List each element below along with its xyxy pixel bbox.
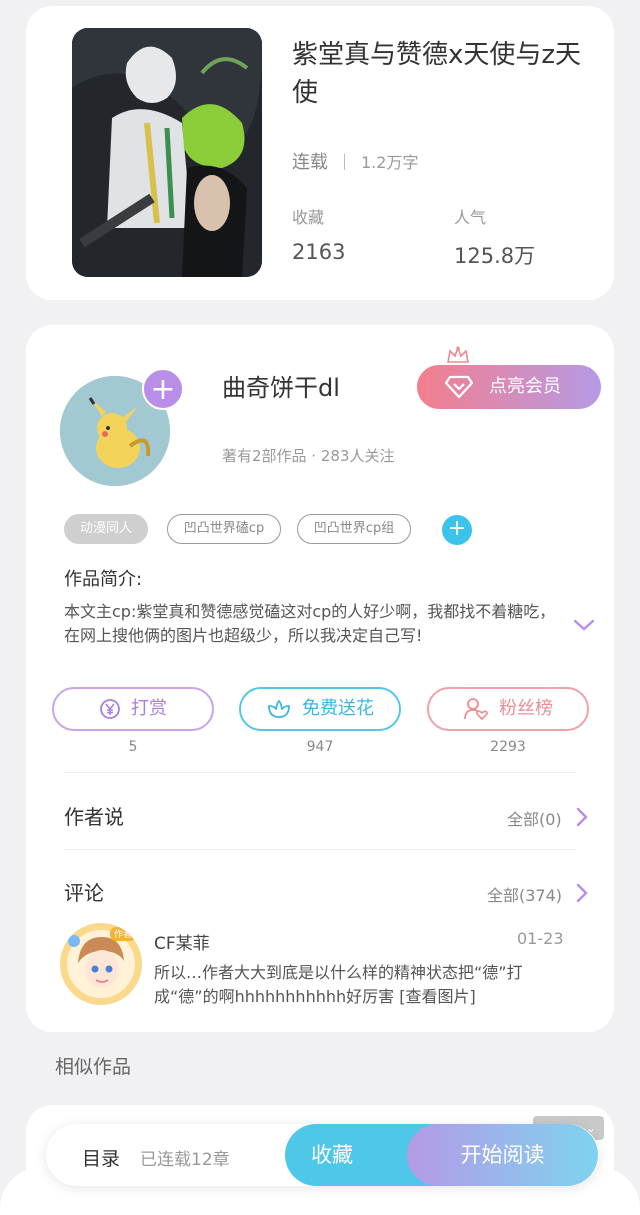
serial-status: 连载 (292, 152, 328, 173)
yen-coin-icon (100, 699, 120, 719)
vip-button-label: 点亮会员 (489, 376, 561, 397)
commenter-avatar[interactable]: 作者 (60, 923, 142, 1005)
fans-count: 2293 (490, 739, 526, 755)
comments-title: 评论 (64, 881, 104, 905)
send-flower-label: 免费送花 (302, 698, 374, 719)
cover-illustration (72, 28, 262, 277)
author-says-more-link[interactable]: 全部(0) (507, 806, 562, 830)
comment-date: 01-23 (517, 929, 564, 948)
book-info-card: 紫堂真与赞德x天使与z天使 连载 1.2万字 收藏 2163 人气 125.8万 (26, 6, 614, 300)
comments-more-link[interactable]: 全部(374) (487, 882, 562, 906)
vip-membership-button[interactable]: 点亮会员 (417, 365, 601, 409)
author-detail-card: + 曲奇饼干dl 著有2部作品 · 283人关注 点亮会员 动漫同人 凹凸世界磕… (26, 325, 614, 1032)
section-divider (64, 849, 576, 850)
book-cover-image[interactable] (72, 28, 262, 277)
chevron-right-icon[interactable] (576, 883, 588, 903)
commenter-avatar-image: 作者 (60, 923, 142, 1005)
author-badge-text: 作者 (114, 928, 132, 940)
tag-anime-fanfic[interactable]: 动漫同人 (64, 514, 148, 544)
chapter-count-status[interactable]: 已连载12章 (140, 1145, 230, 1170)
crown-icon (447, 346, 469, 363)
author-meta: 著有2部作品 · 283人关注 (222, 447, 395, 465)
fans-ranking-label: 粉丝榜 (499, 698, 553, 719)
similar-works-title: 相似作品 (55, 1056, 132, 1078)
diamond-icon (445, 375, 473, 399)
chevron-right-icon[interactable] (576, 807, 588, 827)
book-title: 紫堂真与赞德x天使与z天使 (292, 40, 582, 108)
reward-count: 5 (128, 739, 138, 755)
follow-author-button[interactable]: + (142, 368, 184, 410)
reward-label: 打赏 (131, 698, 167, 719)
fan-user-heart-icon (464, 698, 488, 721)
popularity-label: 人气 (454, 208, 487, 227)
word-count: 1.2万字 (361, 153, 419, 172)
popularity-value: 125.8万 (454, 244, 536, 268)
flower-count: 947 (306, 739, 334, 755)
book-status: 连载 1.2万字 (292, 148, 418, 174)
synopsis-label: 作品简介: (64, 569, 143, 590)
flower-icon (268, 700, 290, 718)
chevron-down-icon[interactable] (572, 617, 596, 633)
comment-text[interactable]: 所以…作者大大到底是以什么样的精神状态把“德”打成“德”的啊hhhhhhhhhh… (154, 961, 574, 1009)
reward-button[interactable]: 打赏 (52, 687, 214, 731)
add-tag-button[interactable]: + (442, 515, 472, 545)
favorites-label: 收藏 (292, 208, 325, 227)
start-reading-button[interactable]: 开始阅读 (407, 1124, 598, 1186)
commenter-name[interactable]: CF某菲 (154, 929, 210, 954)
author-name[interactable]: 曲奇饼干dl (222, 368, 340, 403)
section-divider (64, 772, 576, 773)
synopsis-text: 本文主cp:紫堂真和赞德感觉磕这对cp的人好少啊，我都找不着糖吃，在网上搜他俩的… (64, 602, 556, 645)
tag-aotu-cp-group[interactable]: 凹凸世界cp组 (297, 514, 411, 544)
status-divider (344, 154, 345, 170)
author-says-title: 作者说 (64, 805, 124, 829)
tag-aotu-cp-shipping[interactable]: 凹凸世界磕cp (167, 514, 281, 544)
table-of-contents-button[interactable]: 目录 (82, 1144, 120, 1171)
send-flower-button[interactable]: 免费送花 (239, 687, 401, 731)
favorites-value: 2163 (292, 240, 346, 264)
fans-ranking-button[interactable]: 粉丝榜 (427, 687, 589, 731)
